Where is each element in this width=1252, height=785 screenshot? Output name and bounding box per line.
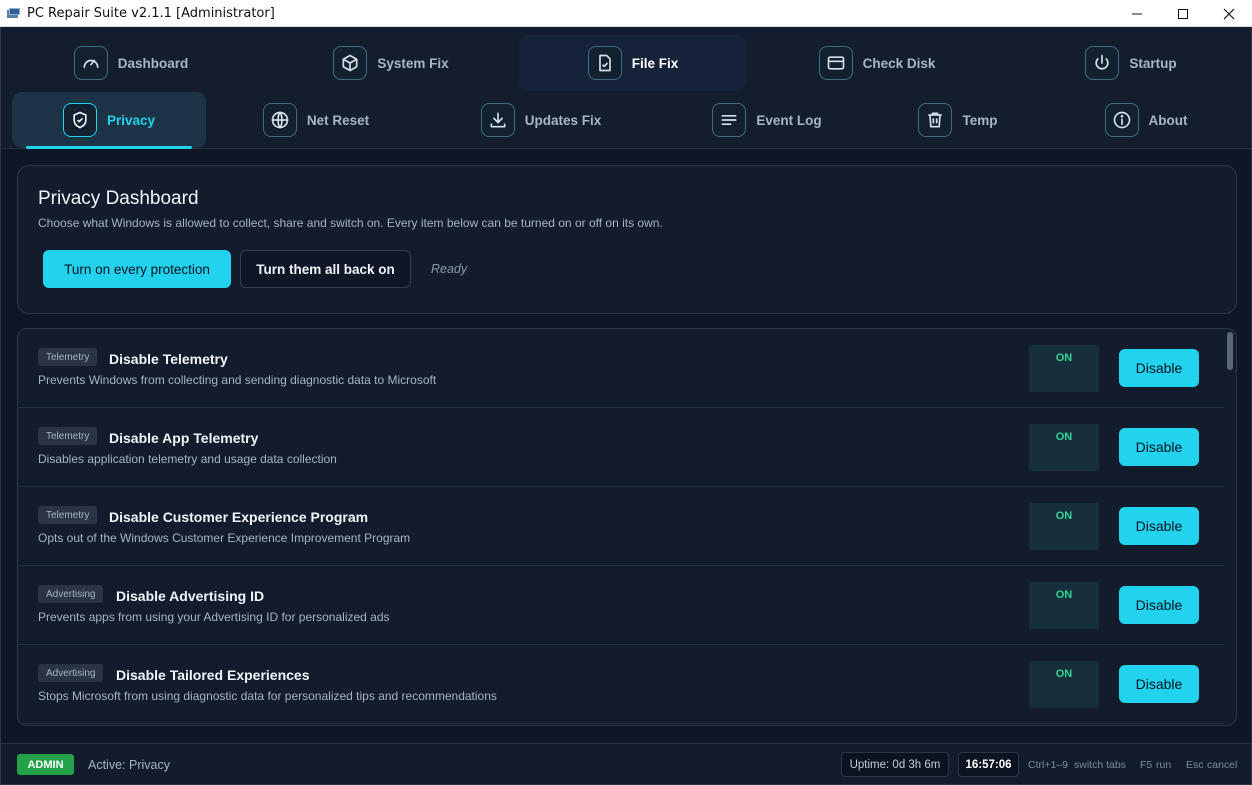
power-icon — [1085, 46, 1120, 80]
tab-updates-fix[interactable]: Updates Fix — [451, 92, 631, 148]
list-item: Telemetry Disable App Telemetry Disables… — [18, 408, 1224, 487]
window-title: PC Repair Suite v2.1.1 [Administrator] — [27, 5, 275, 21]
maximize-icon — [1178, 8, 1188, 19]
state-indicator: ON — [1029, 582, 1099, 629]
item-title: Disable Telemetry — [109, 351, 228, 367]
privacy-dashboard-card: Privacy Dashboard Choose what Windows is… — [17, 165, 1237, 314]
item-title: Disable Customer Experience Program — [109, 509, 369, 525]
list-item: Advertising Disable Tailored Experiences… — [18, 645, 1224, 724]
item-title: Disable Tailored Experiences — [116, 667, 310, 683]
tab-dashboard[interactable]: Dashboard — [31, 35, 231, 91]
category-tag: Telemetry — [38, 348, 98, 366]
tab-label: Net Reset — [306, 112, 370, 128]
tab-row-primary: Dashboard System Fix File Fix Check Disk — [1, 35, 1251, 91]
disable-button[interactable]: Disable — [1119, 665, 1199, 703]
download-icon — [480, 103, 515, 137]
item-description: Opts out of the Windows Customer Experie… — [38, 531, 411, 545]
item-title: Disable App Telemetry — [109, 430, 259, 446]
item-description: Prevents apps from using your Advertisin… — [38, 610, 390, 624]
page-title: Privacy Dashboard — [38, 188, 199, 209]
tab-navigation: Dashboard System Fix File Fix Check Disk — [1, 27, 1251, 149]
tab-label: Startup — [1129, 55, 1177, 71]
tab-label: Updates Fix — [524, 112, 602, 128]
status-bar: ADMIN Active: Privacy Uptime: 0d 3h 6m 1… — [1, 743, 1251, 784]
scrollbar-thumb[interactable] — [1227, 332, 1233, 370]
list-item: Advertising Disable Advertising ID Preve… — [18, 566, 1224, 645]
tab-label: Dashboard — [117, 55, 189, 71]
tab-label: System Fix — [377, 55, 449, 71]
privacy-items-list: Telemetry Disable Telemetry Prevents Win… — [17, 328, 1237, 726]
disk-icon — [818, 46, 853, 80]
state-indicator: ON — [1029, 503, 1099, 550]
tab-startup[interactable]: Startup — [1031, 35, 1231, 91]
minimize-button[interactable] — [1114, 0, 1160, 27]
uptime-indicator: Uptime: 0d 3h 6m — [841, 752, 949, 777]
active-tab-label: Active: Privacy — [88, 758, 170, 772]
disable-button[interactable]: Disable — [1119, 349, 1199, 387]
category-tag: Telemetry — [38, 427, 98, 445]
lines-icon — [712, 103, 747, 137]
close-button[interactable] — [1206, 0, 1252, 27]
maximize-button[interactable] — [1160, 0, 1206, 27]
clock: 16:57:06 — [958, 752, 1019, 777]
category-tag: Advertising — [38, 585, 104, 603]
state-indicator: ON — [1029, 345, 1099, 392]
turn-all-back-on-button[interactable]: Turn them all back on — [240, 250, 411, 288]
item-description: Disables application telemetry and usage… — [38, 452, 337, 466]
app-window: Dashboard System Fix File Fix Check Disk — [0, 27, 1252, 785]
tab-check-disk[interactable]: Check Disk — [777, 35, 977, 91]
disable-button[interactable]: Disable — [1119, 507, 1199, 545]
shortcut-hint-text: switch tabs — [1074, 759, 1126, 771]
minimize-icon — [1132, 13, 1142, 14]
shortcut-hint-text: run — [1156, 759, 1172, 771]
tab-net-reset[interactable]: Net Reset — [231, 92, 401, 148]
trash-icon — [918, 103, 953, 137]
category-tag: Advertising — [38, 664, 104, 682]
tab-file-fix[interactable]: File Fix — [519, 35, 747, 91]
list-scrollbar[interactable] — [1225, 329, 1236, 725]
close-icon — [1223, 8, 1235, 19]
shortcut-hint-text: cancel — [1207, 759, 1238, 771]
shortcut-hint-key: F5 — [1140, 759, 1153, 771]
item-description: Stops Microsoft from using diagnostic da… — [38, 689, 497, 703]
item-title: Disable Advertising ID — [116, 588, 265, 604]
tab-label: Event Log — [756, 112, 822, 128]
status-text: Ready — [431, 262, 468, 276]
tab-row-secondary: Privacy Net Reset Updates Fix Event Log … — [1, 92, 1251, 149]
state-indicator: ON — [1029, 661, 1099, 708]
disable-button[interactable]: Disable — [1119, 586, 1199, 624]
globe-icon — [262, 103, 297, 137]
shield-check-icon — [62, 103, 97, 137]
info-icon — [1104, 103, 1139, 137]
tab-label: Temp — [962, 112, 998, 128]
app-icon — [6, 5, 22, 21]
cube-icon — [333, 46, 368, 80]
tab-privacy[interactable]: Privacy — [12, 92, 206, 149]
tab-about[interactable]: About — [1081, 92, 1211, 148]
page-subtitle: Choose what Windows is allowed to collec… — [38, 216, 663, 230]
shortcut-hint-key: Ctrl+1–9 — [1028, 759, 1068, 771]
category-tag: Telemetry — [38, 506, 98, 524]
tab-label: File Fix — [631, 55, 679, 71]
tab-system-fix[interactable]: System Fix — [291, 35, 491, 91]
item-description: Prevents Windows from collecting and sen… — [38, 373, 437, 387]
file-check-icon — [587, 46, 622, 80]
tab-label: Privacy — [106, 112, 156, 128]
gauge-icon — [73, 46, 108, 80]
title-bar: PC Repair Suite v2.1.1 [Administrator] — [0, 0, 1252, 27]
turn-on-all-protections-button[interactable]: Turn on every protection — [43, 250, 231, 288]
active-tab-indicator — [26, 146, 192, 149]
disable-button[interactable]: Disable — [1119, 428, 1199, 466]
tab-event-log[interactable]: Event Log — [677, 92, 857, 148]
tab-label: About — [1148, 112, 1188, 128]
tab-temp[interactable]: Temp — [893, 92, 1023, 148]
list-item: Telemetry Disable Telemetry Prevents Win… — [18, 329, 1224, 408]
tab-label: Check Disk — [862, 55, 936, 71]
state-indicator: ON — [1029, 424, 1099, 471]
admin-badge: ADMIN — [17, 754, 74, 775]
list-item: Telemetry Disable Customer Experience Pr… — [18, 487, 1224, 566]
shortcut-hint-key: Esc — [1186, 759, 1204, 771]
